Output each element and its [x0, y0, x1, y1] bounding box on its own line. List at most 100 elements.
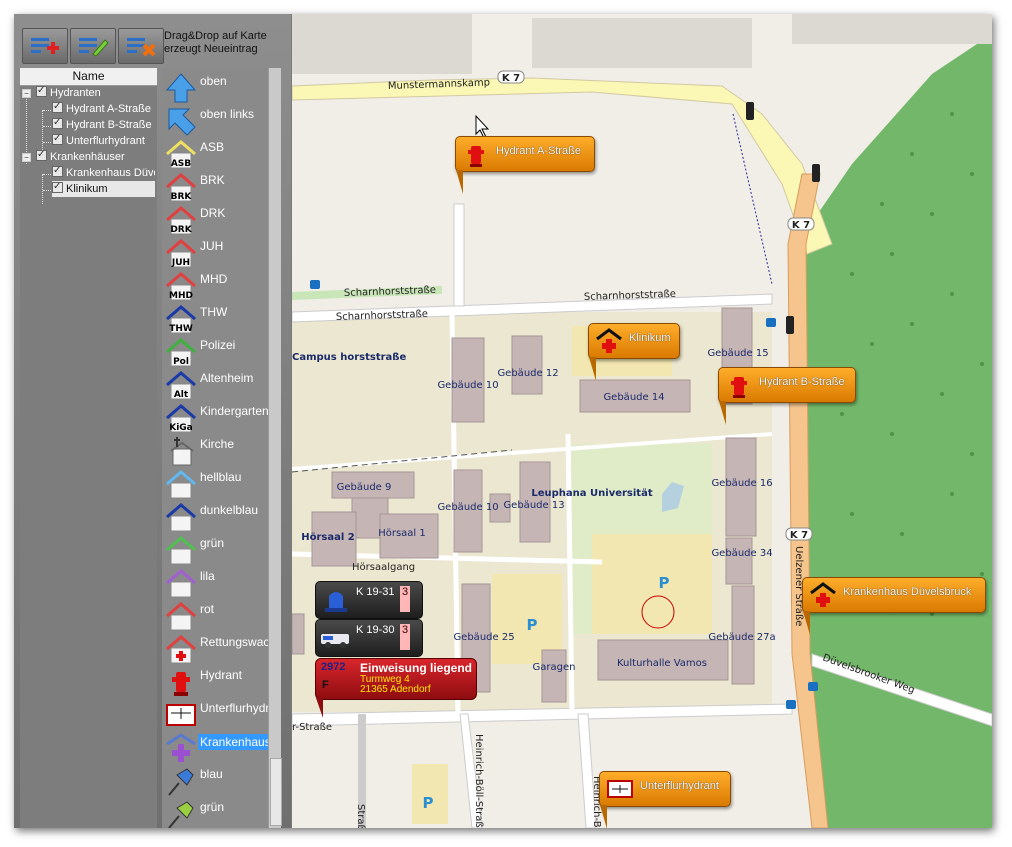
alarm-flag: F: [322, 679, 329, 691]
map-marker-krankenhaus-duevelsbruck[interactable]: Krankenhaus Düvelsbruck: [802, 577, 986, 635]
svg-text:DRK: DRK: [170, 225, 192, 235]
palette-item-house-mhd[interactable]: MHD MHD: [162, 270, 268, 303]
checkbox[interactable]: [52, 101, 63, 115]
alarm-number: 2972: [321, 661, 346, 673]
svg-text:ASB: ASB: [171, 159, 191, 169]
marker-pointer: [456, 170, 463, 194]
alarm-pointer: [316, 698, 323, 718]
tree-view[interactable]: Name − Hydranten Hydrant A-Straße Hydran…: [20, 68, 157, 828]
palette-item-house-asb[interactable]: ASB ASB: [162, 138, 268, 171]
list-delete-icon: [127, 38, 156, 57]
palette-item-house-lightblue[interactable]: hellblau: [162, 468, 268, 501]
map-marker-hydrant-b[interactable]: Hydrant B-Straße: [718, 367, 856, 425]
map-marker-klinikum[interactable]: Klinikum: [588, 323, 680, 381]
palette-item-house-drk[interactable]: DRK DRK: [162, 204, 268, 237]
tree-item-klinikum[interactable]: Klinikum: [52, 181, 155, 197]
building-label: Gebäude 13: [503, 500, 564, 511]
checkbox[interactable]: [52, 165, 63, 179]
tree-item-hydrant-a[interactable]: Hydrant A-Straße: [52, 101, 151, 117]
street-label-hoersaalgang: Hörsaalgang: [352, 562, 415, 573]
building-label: Gebäude 27a: [708, 632, 775, 643]
checkbox[interactable]: [52, 117, 63, 131]
tree-item-hydrant-b[interactable]: Hydrant B-Straße: [52, 117, 152, 133]
palette-item-house-rescue[interactable]: Rettungswache: [162, 633, 268, 666]
map-marker-unterflurhydrant[interactable]: Unterflurhydrant: [599, 771, 731, 828]
checkbox[interactable]: [52, 133, 63, 147]
unit-count: 3: [400, 586, 410, 612]
alarm-address: Turmweg 4 21365 Adendorf: [360, 675, 431, 695]
house-thw-icon: THW: [165, 303, 197, 335]
checkbox[interactable]: [52, 181, 63, 195]
parking-label: P: [527, 616, 538, 634]
tree-item-unterflurhydrant[interactable]: Unterflurhydrant: [52, 133, 145, 149]
marker-label: Hydrant A-Straße: [496, 145, 581, 157]
tree-item-hydranten[interactable]: Hydranten: [36, 85, 101, 101]
hydrant-icon: [165, 666, 197, 698]
building-label: Gebäude 9: [337, 482, 392, 493]
palette-item-hospital[interactable]: Krankenhaus: [162, 732, 268, 765]
palette-item-label: Krankenhaus: [198, 734, 268, 750]
unit-label: K 19-31: [356, 586, 395, 598]
tree-line: [43, 190, 51, 191]
delete-entry-button[interactable]: [118, 28, 164, 64]
palette-item-label: THW: [200, 305, 228, 319]
house-rescue-icon: [165, 633, 197, 665]
hydrant-icon: [468, 146, 484, 167]
building-label: Kulturhalle Vamos: [617, 658, 707, 669]
palette-scrollbar[interactable]: [268, 68, 282, 828]
map-view[interactable]: K 7 K 7 K 7 Munstermannskamp Scharnhorst…: [292, 14, 992, 828]
tree-column-header[interactable]: Name: [20, 68, 157, 86]
alarm-card[interactable]: 2972 F Einweisung liegend Turmweg 4 2136…: [315, 658, 477, 718]
application-window: Drag&Drop auf Karte erzeugt Neueintrag N…: [14, 14, 992, 828]
palette-item-pin-green[interactable]: grün: [162, 798, 268, 828]
map-canvas[interactable]: K 7 K 7 K 7 Munstermannskamp Scharnhorst…: [292, 14, 992, 828]
checkbox[interactable]: [36, 85, 47, 99]
unit-card-k19-30[interactable]: K 19-30 3: [315, 619, 423, 657]
palette-item-hydrant[interactable]: Hydrant: [162, 666, 268, 699]
house-asb-icon: ASB: [165, 138, 197, 170]
scrollbar-thumb[interactable]: [270, 758, 282, 826]
k7-label-2: K 7: [792, 220, 810, 231]
palette-item-label: hellblau: [200, 470, 242, 484]
palette-item-house-police[interactable]: Pol Polizei: [162, 336, 268, 369]
tree-line: [43, 126, 51, 127]
parking-label: P: [659, 574, 670, 592]
house-altenheim-icon: Alt: [165, 369, 197, 401]
palette-item-arrow-up-left[interactable]: oben links: [162, 105, 268, 138]
building-label: Gebäude 15: [707, 348, 768, 359]
palette-item-pin-blue[interactable]: blau: [162, 765, 268, 798]
arrow-up-left-icon: [165, 105, 197, 137]
palette-item-house-red[interactable]: rot: [162, 600, 268, 633]
street-label-scharnhorst: Scharnhorststraße: [344, 285, 436, 299]
collapse-toggle[interactable]: −: [22, 89, 31, 98]
tree-line: [43, 174, 51, 175]
tree-item-krankenhaeuser[interactable]: Krankenhäuser: [36, 149, 125, 165]
alarm-city: 21365 Adendorf: [360, 684, 431, 695]
palette-item-house-brk[interactable]: BRK BRK: [162, 171, 268, 204]
palette-item-house-darkblue[interactable]: dunkelblau: [162, 501, 268, 534]
add-entry-button[interactable]: [22, 28, 68, 64]
palette-item-house-altenheim[interactable]: Alt Altenheim: [162, 369, 268, 402]
palette-item-house-kindergarten[interactable]: KiGa Kindergarten: [162, 402, 268, 435]
unit-label: K 19-30: [356, 624, 395, 636]
house-lightblue-icon: [165, 468, 197, 500]
palette-item-house-green[interactable]: grün: [162, 534, 268, 567]
unit-card-k19-31[interactable]: K 19-31 3: [315, 581, 423, 619]
edit-entry-button[interactable]: [70, 28, 116, 64]
palette-item-house-thw[interactable]: THW THW: [162, 303, 268, 336]
palette-item-church[interactable]: Kirche: [162, 435, 268, 468]
palette-item-house-juh[interactable]: JUH JUH: [162, 237, 268, 270]
palette-item-arrow-up[interactable]: oben: [162, 72, 268, 105]
marker-pointer: [803, 611, 810, 635]
checkbox[interactable]: [36, 149, 47, 163]
tree-item-krankenhaus-duevelsbruck[interactable]: Krankenhaus Düvelsbruck: [52, 165, 155, 181]
underground-hydrant-icon: [607, 780, 633, 798]
bus-stop-icon: [808, 682, 818, 691]
map-marker-hydrant-a[interactable]: Hydrant A-Straße: [455, 136, 595, 194]
palette-item-house-purple[interactable]: lila: [162, 567, 268, 600]
palette-item-underground-hydrant[interactable]: Unterflurhydrant: [162, 699, 268, 732]
hint-line-2: erzeugt Neueintrag: [164, 43, 258, 55]
palette-item-label: Polizei: [200, 338, 236, 352]
blue-light-icon: [325, 592, 347, 612]
collapse-toggle[interactable]: −: [22, 153, 31, 162]
